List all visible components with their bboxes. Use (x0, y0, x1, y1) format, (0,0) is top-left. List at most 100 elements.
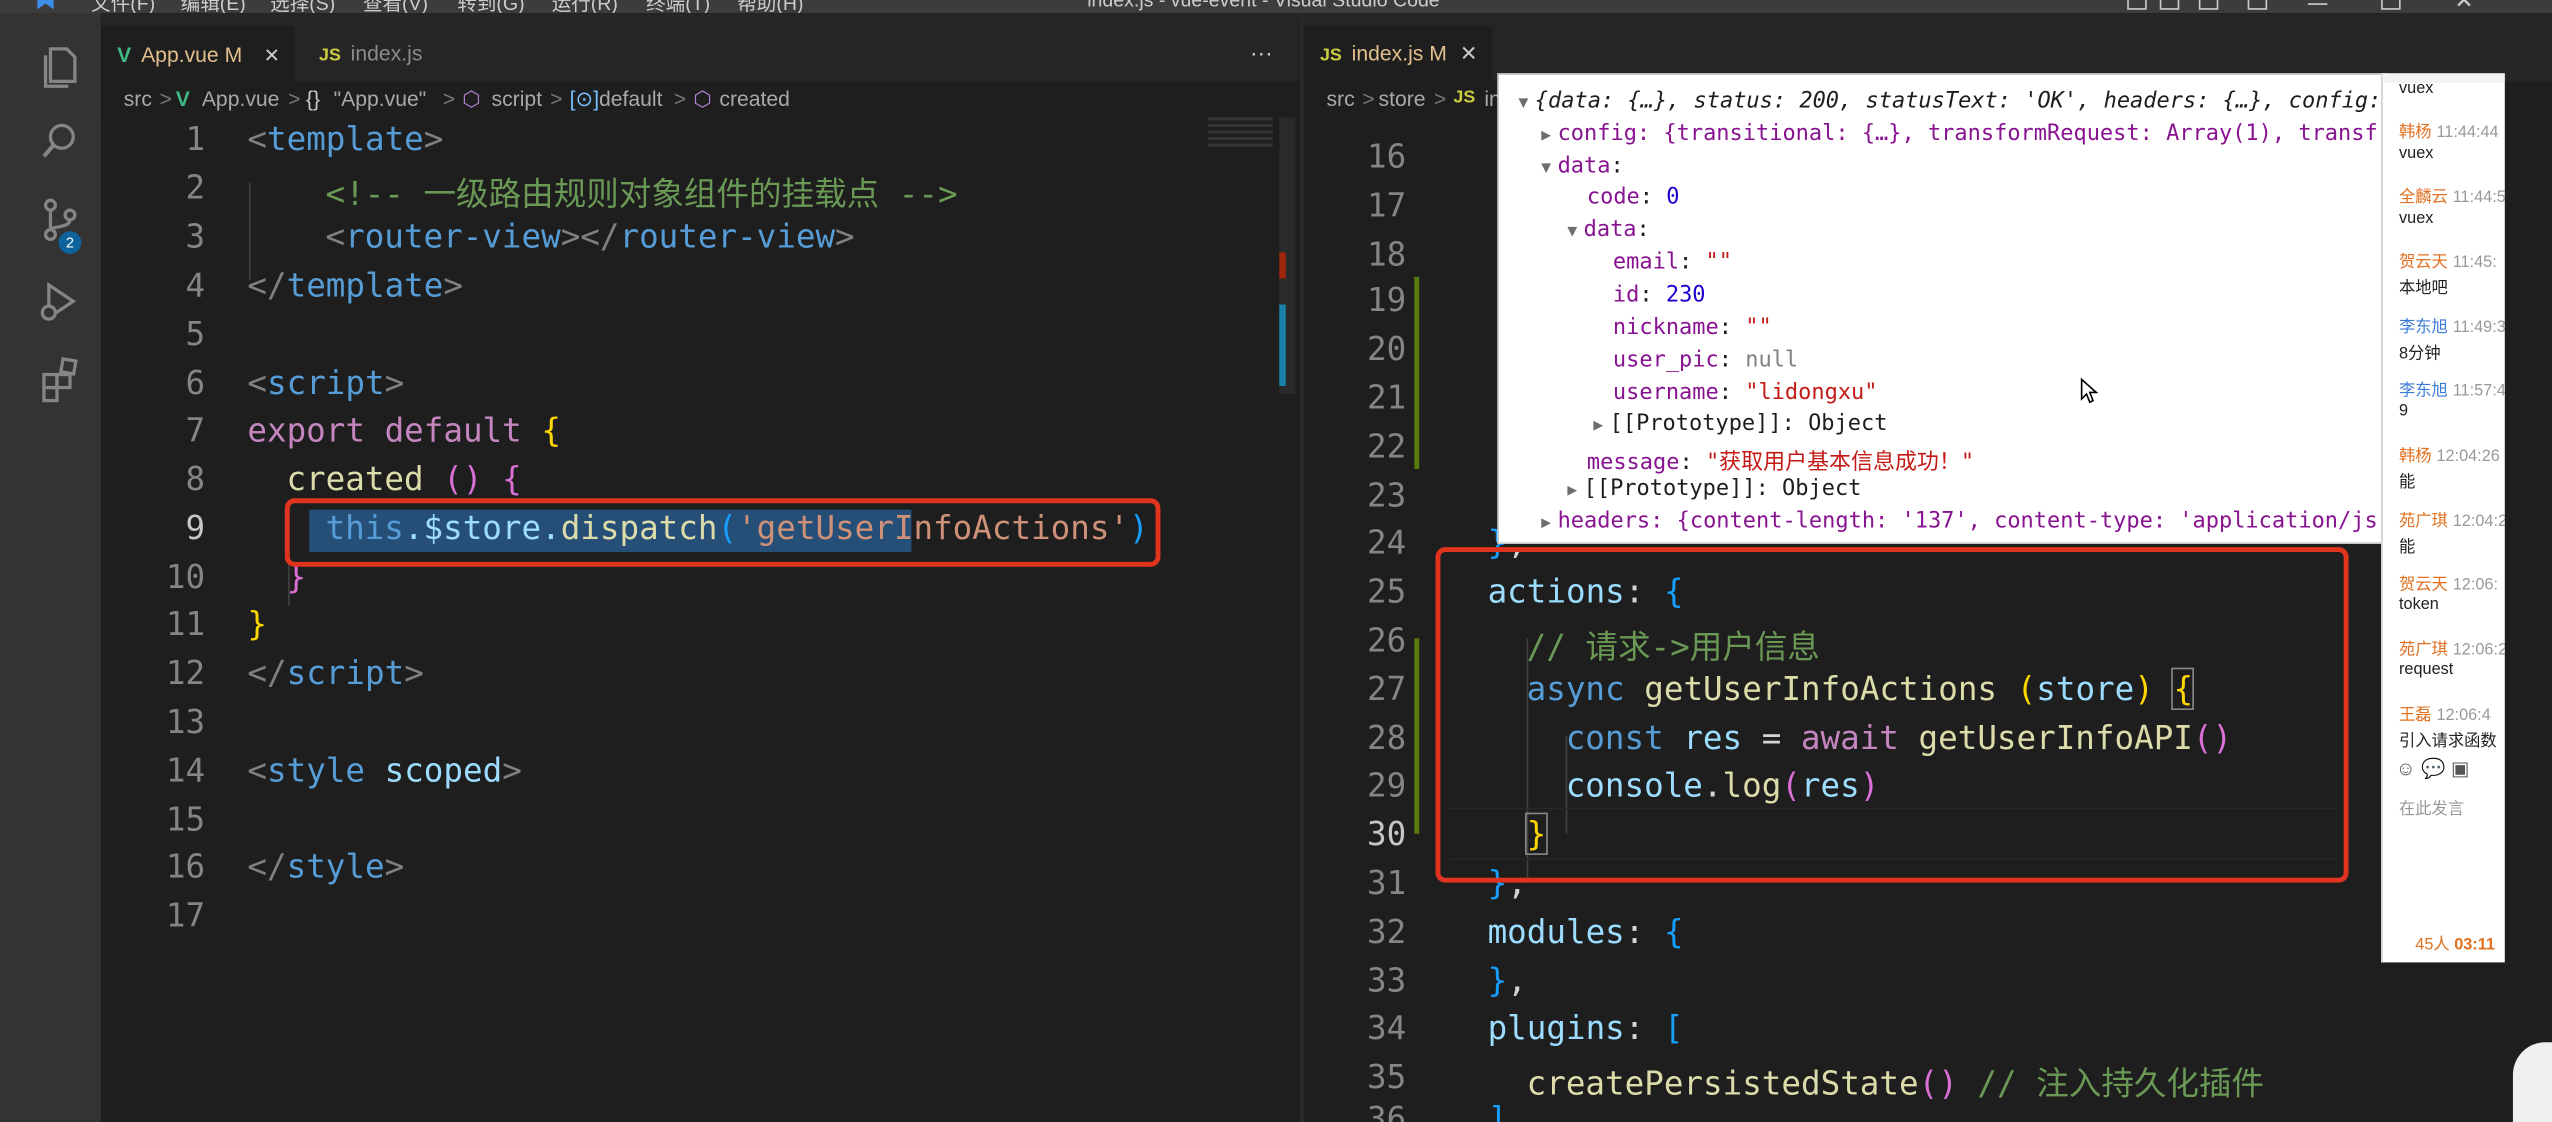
close-tab-icon[interactable]: ✕ (1460, 26, 1478, 81)
breadcrumb: src > V App.vue > {} "App.vue" > ⬡ scrip… (100, 81, 1301, 118)
code-line: <script> (247, 363, 405, 403)
chat-message-text: 引入请求函数 (2399, 732, 2497, 751)
chat-message-text: vuex (2399, 210, 2434, 228)
breadcrumb-item[interactable]: "App.vue" (334, 86, 427, 110)
code-line: createPersistedState() // 注入持久化插件 (1526, 1063, 2265, 1103)
highlight-box (1435, 547, 2349, 883)
emoji-icon[interactable]: ☺ (2396, 757, 2416, 780)
chat-panel[interactable]: vuex 韩杨 11:44:44 vuex 全麟云 11:44:5 vuex 贺云天… (2381, 73, 2505, 963)
braces-icon: {} (305, 86, 321, 111)
chat-sender: 苑广琪 12:06:2 (2399, 641, 2505, 660)
chat-message-text: vuex (2399, 144, 2434, 163)
chat-sender: 贺云天 12:06: (2399, 576, 2498, 595)
tab-index-js-right[interactable]: JS index.js M ✕ (1303, 26, 1493, 82)
line-number: 21 (1366, 377, 1407, 417)
line-number: 20 (1366, 328, 1407, 369)
symbol-icon: ⬡ (462, 86, 481, 111)
prototype-row[interactable]: ▶ [[Prototype]]: Object (1567, 476, 1861, 502)
menu-view[interactable]: 查看(V) (363, 0, 428, 13)
config-row[interactable]: ▶ config: {transitional: {…}, transformRe… (1541, 121, 2377, 147)
chat-sender: 韩杨 11:44:44 (2399, 123, 2499, 142)
tab-app-vue[interactable]: V App.vue M ✕ (100, 26, 295, 84)
menu-run[interactable]: 运行(R) (552, 0, 618, 13)
line-number: 36 (1366, 1099, 1407, 1122)
search-icon[interactable] (36, 117, 85, 166)
minimize-icon[interactable] (2307, 3, 2328, 6)
scm-badge: 2 (58, 231, 82, 255)
id-row: id: 230 (1612, 281, 1706, 308)
headers-row[interactable]: ▶ headers: {content-length: '137', conten… (1541, 508, 2377, 534)
maximize-icon[interactable] (2381, 0, 2401, 10)
chat-sender: 李东旭 11:57:4 (2399, 382, 2505, 401)
window-title: index.js - vue-event - Visual Studio Cod… (1087, 0, 1440, 12)
left-tab-bar: V App.vue M ✕ JS index.js ··· (100, 13, 1301, 84)
line-number: 9 (185, 508, 206, 548)
chat-input[interactable]: 在此发言 (2399, 795, 2464, 819)
chat-sender: 王磊 12:06:4 (2399, 706, 2491, 725)
menu-help[interactable]: 帮助(H) (737, 0, 803, 13)
tab-index-js[interactable]: JS index.js (296, 26, 442, 81)
line-number: 30 (1366, 814, 1407, 854)
close-window-icon[interactable]: ✕ (2454, 0, 2473, 13)
line-number: 17 (1366, 185, 1407, 225)
line-number: 15 (165, 799, 206, 839)
more-actions-icon[interactable]: ··· (1250, 39, 1273, 65)
breadcrumb-item[interactable]: default (599, 86, 663, 110)
breadcrumb-item[interactable]: store (1379, 86, 1426, 110)
breadcrumb-item[interactable]: script (492, 86, 543, 110)
title-bar: ⧓ 文件(F) 编辑(E) 选择(S) 查看(V) 转到(G) 运行(R) 终端… (0, 0, 2552, 14)
breadcrumb-item[interactable]: App.vue (202, 86, 280, 110)
code-line: <style scoped> (247, 750, 522, 790)
inner-data-row[interactable]: ▼ data: (1567, 217, 1649, 243)
tab-modified-badge: M (1429, 40, 1447, 66)
run-debug-icon[interactable] (36, 277, 85, 326)
layout-sidebar-icon[interactable] (2127, 0, 2147, 10)
menu-file[interactable]: 文件(F) (91, 0, 155, 13)
console-output-panel[interactable]: ▼ {data: {…}, status: 200, statusText: 'O… (1497, 73, 2388, 544)
code-line: } (247, 604, 267, 644)
layout-customize-icon[interactable] (2247, 0, 2268, 10)
line-number: 24 (1366, 522, 1407, 562)
username-row: username: "lidongxu" (1612, 379, 1878, 406)
image-icon[interactable]: ▣ (2451, 757, 2469, 780)
line-number: 29 (1366, 765, 1407, 805)
line-number: 8 (185, 459, 206, 499)
line-number: 16 (1366, 136, 1407, 176)
explorer-icon[interactable] (36, 42, 85, 91)
breadcrumb-item[interactable]: created (719, 86, 790, 110)
line-number: 5 (185, 314, 206, 354)
tab-label: index.js (350, 40, 423, 66)
chat-sender: 李东旭 11:49:3 (2399, 319, 2505, 338)
line-number: 11 (165, 604, 206, 644)
code-line: export default { (247, 410, 561, 450)
chat-message-text: 能 (2399, 539, 2416, 557)
response-summary[interactable]: ▼ {data: {…}, status: 200, statusText: 'O… (1519, 88, 2382, 114)
minimap[interactable] (1207, 117, 1273, 150)
prototype-row[interactable]: ▶ [[Prototype]]: Object (1593, 410, 1887, 436)
layout-panel-icon[interactable] (2159, 0, 2180, 10)
line-number: 19 (1366, 280, 1407, 320)
online-count: 45人 03:11 (2415, 936, 2495, 955)
layout-secondary-icon[interactable] (2198, 0, 2219, 10)
menu-edit[interactable]: 编辑(E) (181, 0, 246, 13)
tab-label: index.js (1351, 40, 1424, 66)
breadcrumb-item[interactable]: src (1326, 86, 1354, 110)
close-tab-icon[interactable]: ✕ (264, 28, 280, 83)
breadcrumb-item[interactable]: src (124, 86, 152, 110)
js-file-icon: JS (1319, 45, 1342, 66)
extensions-icon[interactable] (36, 355, 85, 404)
menu-selection[interactable]: 选择(S) (270, 0, 335, 13)
line-number: 6 (185, 363, 206, 403)
data-row[interactable]: ▼ data: (1541, 153, 1623, 179)
line-number: 28 (1366, 718, 1407, 758)
line-number: 18 (1366, 234, 1407, 274)
line-number: 3 (185, 216, 206, 256)
line-number: 2 (185, 167, 206, 207)
line-number: 26 (1366, 620, 1407, 660)
chat-message-text: 8分钟 (2399, 345, 2441, 364)
method-icon: ⬡ (693, 86, 712, 111)
menu-go[interactable]: 转到(G) (457, 0, 524, 13)
chat-bubble-icon[interactable]: 💬 (2421, 757, 2445, 780)
line-number: 31 (1366, 863, 1407, 903)
menu-terminal[interactable]: 终端(T) (646, 0, 710, 13)
